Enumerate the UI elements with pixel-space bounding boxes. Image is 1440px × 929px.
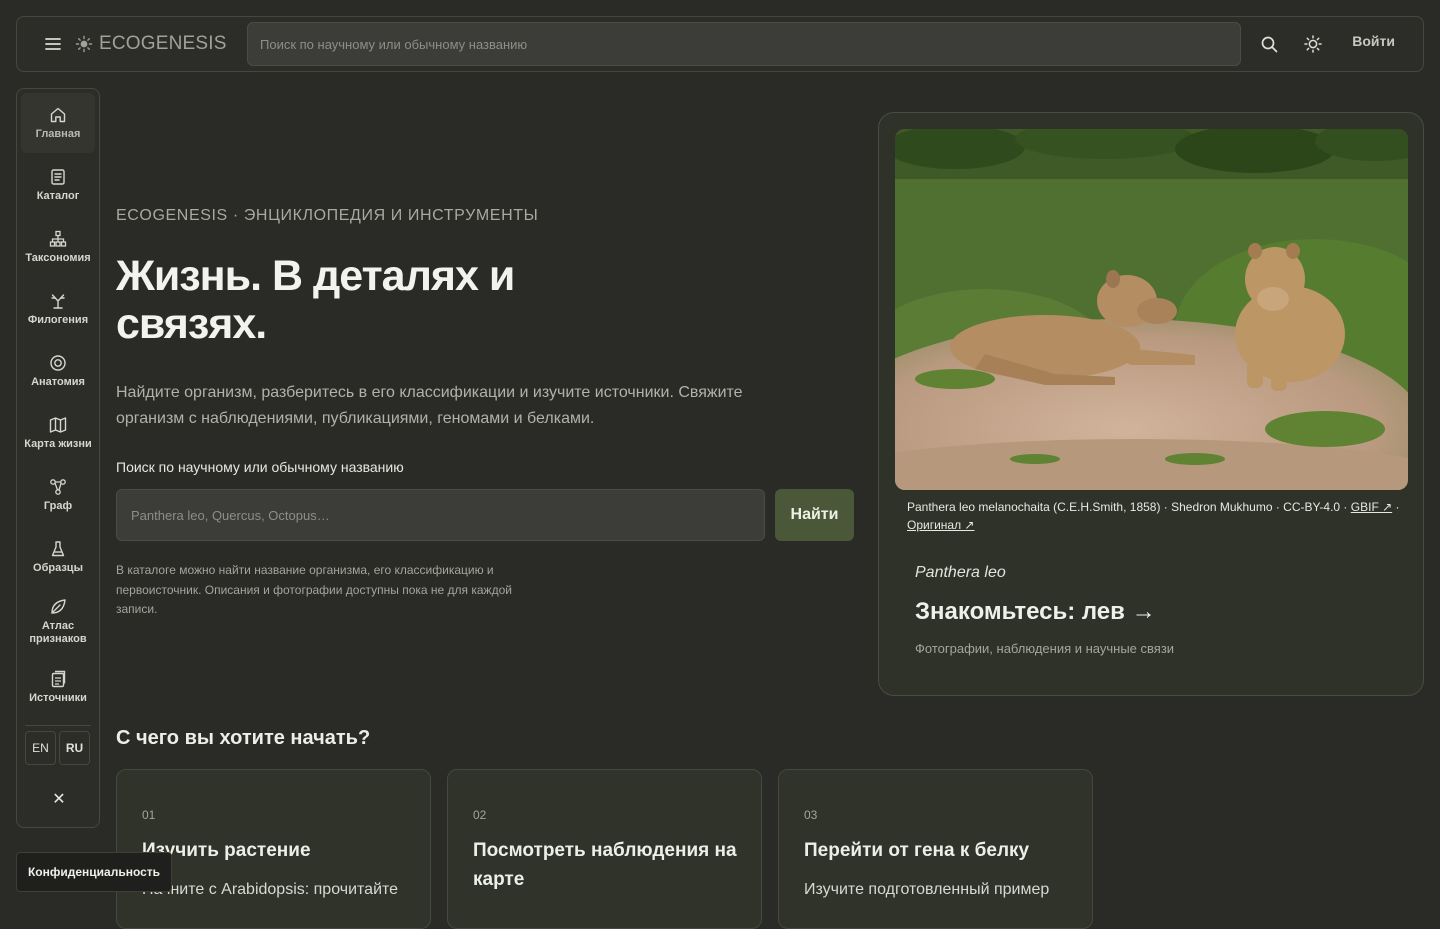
sidebar-item-label: Образцы [33,561,83,574]
graph-icon [50,478,66,495]
sidebar-item-samples[interactable]: Образцы [21,527,95,587]
home-icon [50,107,66,122]
leaf-icon [51,599,66,614]
lang-ru-button[interactable]: RU [59,731,90,765]
featured-organism-card[interactable]: Panthera leo melanochaita (C.E.H.Smith, … [878,112,1424,696]
card-title: Изучить растение [142,840,311,861]
sidebar-item-label: Источники [29,691,87,704]
sidebar-item-label: Филогения [27,313,89,326]
sidebar-item-map[interactable]: Карта жизни [21,403,95,463]
sun-logo-icon [75,35,93,53]
caption-text: Panthera leo melanochaita (C.E.H.Smith, … [907,500,1351,514]
eyebrow: ECOGENESIS · ЭНЦИКЛОПЕДИЯ И ИНСТРУМЕНТЫ [116,207,539,224]
scientific-name: Panthera leo [915,564,1006,581]
sidebar-item-label: Главная [35,127,81,140]
card-title: Перейти от гена к белку [804,840,1030,861]
sidebar-item-label: Анатомия [31,375,85,388]
sidebar-item-label: Граф [43,499,73,512]
catalog-icon [51,168,65,185]
flask-icon [51,540,65,556]
sources-icon [51,670,66,687]
card-number: 03 [804,808,818,822]
sidebar-item-anatomy[interactable]: Анатомия [21,341,95,401]
card-description: Начните с Arabidopsis: прочитайте [142,881,399,898]
start-card-map[interactable]: 02 Посмотреть наблюдения на карте [447,769,762,929]
sidebar-item-label: Таксономия [25,251,91,264]
sidebar-item-graph[interactable]: Граф [21,465,95,525]
anatomy-icon [50,354,66,371]
card-description: Изучите подготовленный пример [804,881,1050,898]
sidebar-item-label: Атлас признаков [29,620,87,645]
feature-subtitle: Фотографии, наблюдения и научные связи [915,641,1175,656]
search-icon[interactable] [1255,30,1283,58]
sidebar-item-label: Карта жизни [24,437,92,450]
privacy-button[interactable]: Конфиденциальность [16,852,172,892]
caption-separator: · [1392,500,1400,514]
original-link[interactable]: Оригинал ↗ [907,518,974,532]
sidebar-item-taxonomy[interactable]: Таксономия [21,217,95,277]
sidebar-item-catalog[interactable]: Каталог [21,155,95,215]
brand[interactable]: ECOGENESIS [75,33,227,55]
search-input[interactable] [247,22,1241,66]
start-card-plant[interactable]: 01 Изучить растение Начните с Arabidopsi… [116,769,431,929]
start-card-gene[interactable]: 03 Перейти от гена к белку Изучите подго… [778,769,1093,929]
lang-en-button[interactable]: EN [25,731,56,765]
card-title: Посмотреть наблюдения на карте [473,840,737,890]
card-number: 02 [473,808,487,822]
taxonomy-icon [49,230,67,247]
top-bar: ECOGENESIS Войти [16,16,1424,72]
sidebar-item-sources[interactable]: Источники [21,657,95,717]
phylogeny-icon [51,293,65,309]
find-button[interactable]: Найти [775,489,854,541]
lion-photo [895,129,1408,490]
start-section-title: С чего вы хотите начать? [116,727,371,749]
sidebar-item-traits-atlas[interactable]: Атлас признаков [21,589,95,655]
search-hint: В каталоге можно найти название организм… [116,563,512,616]
hero-description: Найдите организм, разберитесь в его клас… [116,384,743,427]
sidebar-item-home[interactable]: Главная [21,93,95,153]
page-title: Жизнь. В деталях и связях. [116,252,515,348]
sidebar-item-phylogeny[interactable]: Филогения [21,279,95,339]
sidebar: Главная Каталог Таксономия Филогения Ана… [16,88,100,828]
theme-sun-icon[interactable] [1299,30,1327,58]
menu-icon[interactable] [33,24,73,64]
sidebar-divider [25,725,91,726]
organism-search-input[interactable] [116,489,765,541]
search-label: Поиск по научному или обычному названию [116,459,404,475]
login-button[interactable]: Войти [1352,33,1395,49]
meet-link[interactable]: Знакомьтесь: лев → [915,598,1156,626]
gbif-link[interactable]: GBIF ↗ [1351,500,1392,514]
close-icon[interactable]: ✕ [47,787,71,811]
card-number: 01 [142,808,156,822]
brand-name: ECOGENESIS [99,33,227,54]
photo-caption: Panthera leo melanochaita (C.E.H.Smith, … [907,498,1407,534]
map-icon [49,416,67,433]
sidebar-item-label: Каталог [36,189,80,202]
